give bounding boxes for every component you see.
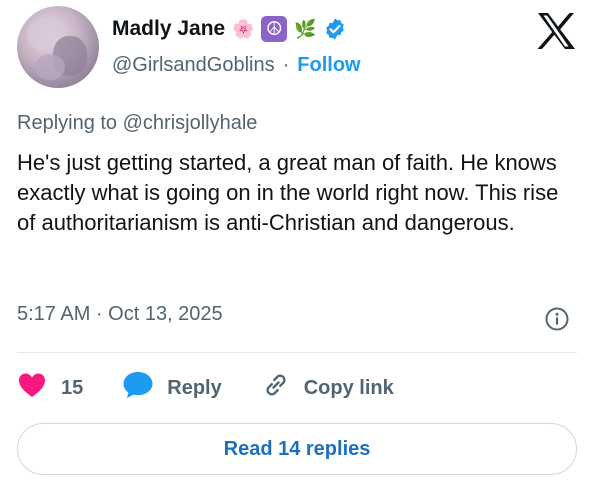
separator-dot: · [282, 53, 290, 76]
copy-link-button[interactable]: Copy link [260, 369, 394, 407]
author-name-row: Madly Jane 🌸 ☮ 🌿 [112, 12, 347, 46]
read-replies-button[interactable]: Read 14 replies [17, 423, 577, 475]
follow-link[interactable]: Follow [297, 54, 360, 77]
cherry-blossom-emoji-icon: 🌸 [232, 19, 255, 39]
tweet-timestamp[interactable]: 5:17 AM · Oct 13, 2025 [17, 303, 223, 326]
info-icon[interactable] [544, 306, 570, 332]
verified-badge-icon [323, 17, 347, 41]
link-icon [260, 369, 292, 407]
author-name[interactable]: Madly Jane [112, 17, 225, 41]
x-logo-icon[interactable] [534, 11, 578, 51]
reply-label: Reply [167, 376, 222, 399]
tweet-text: He's just getting started, a great man o… [17, 150, 559, 235]
author-handle[interactable]: @GirlsandGoblins [112, 54, 275, 77]
divider [17, 352, 577, 353]
reply-button[interactable]: Reply [121, 370, 222, 406]
action-bar: 15 Reply Copy link [17, 370, 394, 406]
avatar[interactable] [17, 6, 99, 88]
like-count: 15 [61, 376, 84, 399]
author-handle-row: @GirlsandGoblins · Follow [112, 50, 361, 80]
tweet-embed-card: Madly Jane 🌸 ☮ 🌿 @GirlsandGoblins · Foll… [0, 0, 592, 492]
copy-link-label: Copy link [303, 376, 394, 399]
herb-emoji-icon: 🌿 [294, 19, 317, 39]
peace-sign-emoji-icon: ☮ [261, 16, 288, 42]
like-button[interactable]: 15 [17, 371, 83, 405]
speech-bubble-icon [121, 370, 155, 406]
heart-icon [17, 371, 47, 405]
replying-to-text[interactable]: Replying to @chrisjollyhale [17, 112, 257, 135]
